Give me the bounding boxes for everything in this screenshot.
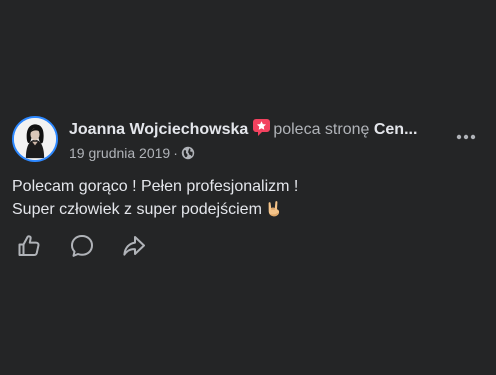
- recommended-page-name[interactable]: Cen...: [374, 121, 418, 138]
- post-header: Joanna Wojciechowska poleca stronę Cen...: [69, 118, 447, 140]
- globe-icon[interactable]: [181, 146, 195, 160]
- recommend-verb: poleca stronę: [273, 121, 370, 138]
- post-date[interactable]: 19 grudnia 2019: [69, 145, 170, 161]
- author-avatar[interactable]: [12, 116, 58, 162]
- post-body-line-1: Polecam gorąco ! Pełen profesjonalizm !: [12, 178, 299, 195]
- horns-hand-emoji: [265, 199, 283, 217]
- avatar-photo: [14, 118, 56, 160]
- share-arrow-icon: [123, 236, 145, 256]
- share-button[interactable]: [121, 233, 147, 259]
- post-meta: 19 grudnia 2019 ·: [69, 144, 195, 162]
- recommendation-post: Joanna Wojciechowska poleca stronę Cen...…: [0, 0, 496, 375]
- like-button[interactable]: [16, 233, 42, 259]
- comment-button[interactable]: [69, 233, 95, 259]
- post-body-line-2-text: Super człowiek z super podejściem: [12, 201, 262, 218]
- author-name[interactable]: Joanna Wojciechowska: [69, 121, 248, 138]
- post-body-line-2: Super człowiek z super podejściem: [12, 198, 482, 221]
- post-body: Polecam gorąco ! Pełen profesjonalizm ! …: [12, 175, 482, 221]
- thumbs-up-icon: [18, 235, 40, 256]
- more-options-icon: [456, 134, 476, 140]
- recommend-star-icon: [252, 118, 271, 137]
- comment-bubble-icon: [71, 235, 93, 257]
- meta-separator: ·: [173, 145, 178, 161]
- more-options-button[interactable]: [452, 124, 480, 148]
